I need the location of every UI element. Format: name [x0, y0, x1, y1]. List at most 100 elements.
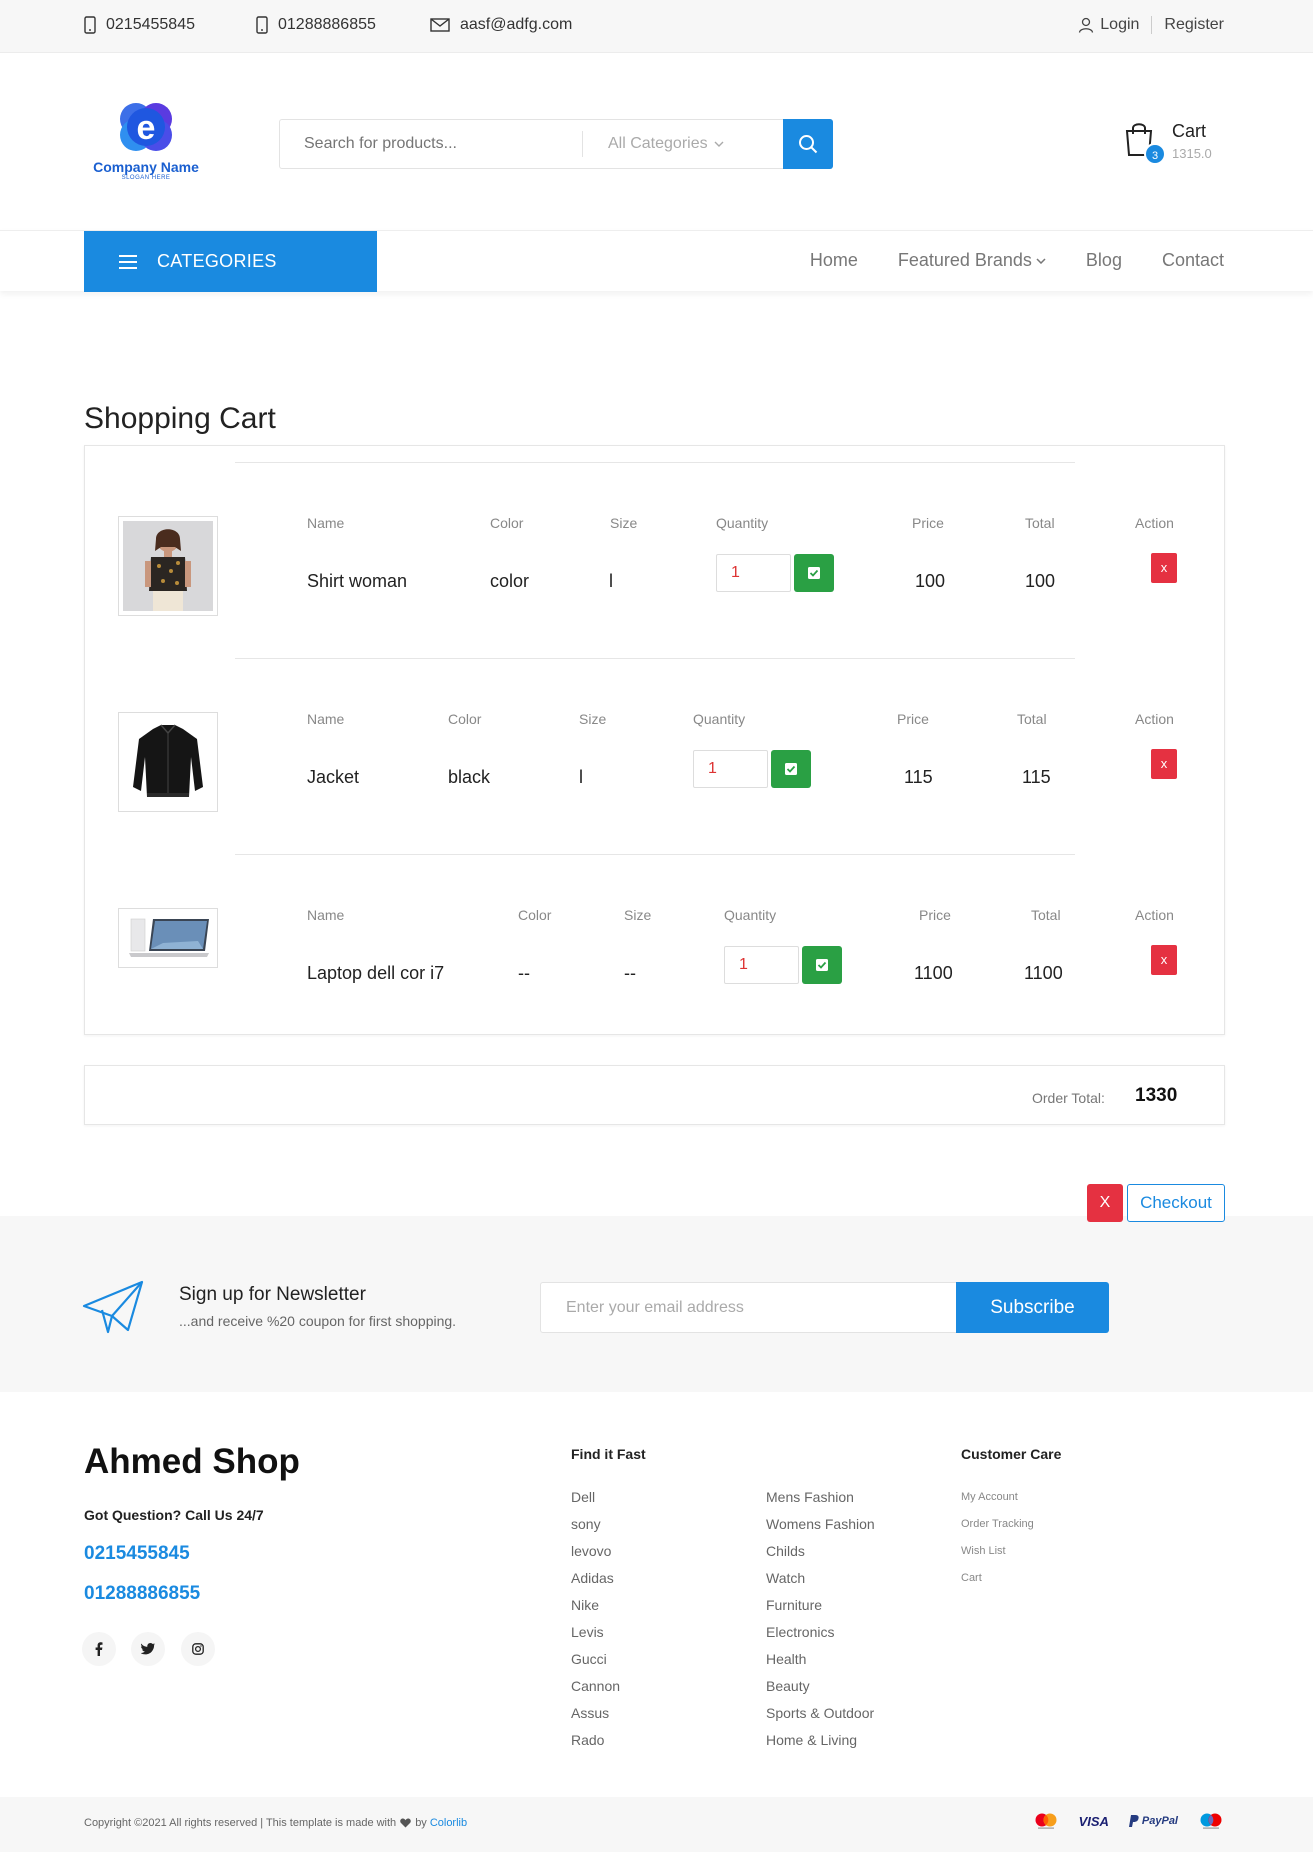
header-price: Price [919, 907, 951, 923]
row-divider [235, 658, 1075, 659]
categories-label: CATEGORIES [157, 251, 277, 271]
category-link[interactable]: Beauty [766, 1678, 810, 1694]
header-cart[interactable]: 3 Cart 1315.0 [1124, 121, 1212, 165]
nav-featured-brands[interactable]: Featured Brands [898, 250, 1046, 271]
quantity-input[interactable]: 1 [716, 554, 791, 592]
brand-link[interactable]: Adidas [571, 1570, 614, 1586]
facebook-icon [95, 1642, 103, 1656]
item-size: -- [624, 963, 636, 983]
brand-link[interactable]: Nike [571, 1597, 599, 1613]
order-total-value: 1330 [1135, 1085, 1178, 1106]
product-image-jacket [118, 712, 218, 812]
care-link-order-tracking[interactable]: Order Tracking [961, 1518, 1034, 1530]
category-select[interactable]: All Categories [583, 135, 783, 153]
black-jacket-image [123, 717, 213, 807]
login-link[interactable]: Login [1100, 16, 1139, 34]
checkout-button[interactable]: Checkout [1127, 1184, 1225, 1222]
register-link[interactable]: Register [1164, 16, 1224, 34]
maestro-icon [1200, 1813, 1222, 1829]
care-link-my-account[interactable]: My Account [961, 1491, 1018, 1503]
care-link-cart[interactable]: Cart [961, 1572, 982, 1584]
item-total: 115 [1022, 767, 1051, 787]
care-link-wish-list[interactable]: Wish List [961, 1545, 1006, 1557]
remove-item-button[interactable]: x [1151, 749, 1177, 779]
checkbox-check-icon [816, 959, 828, 971]
newsletter-section: Sign up for Newsletter ...and receive %2… [0, 1216, 1313, 1392]
envelope-icon [430, 18, 450, 32]
cart-bag: 3 [1124, 121, 1166, 165]
company-logo[interactable]: e Company Name SLOGAN HERE [86, 97, 206, 181]
header-name: Name [307, 907, 345, 923]
category-link[interactable]: Childs [766, 1543, 805, 1559]
nav-blog[interactable]: Blog [1086, 250, 1122, 271]
brand-link[interactable]: sony [571, 1516, 601, 1532]
update-quantity-button[interactable] [794, 554, 834, 592]
visa-icon: VISA [1078, 1813, 1109, 1829]
brand-link[interactable]: levovo [571, 1543, 611, 1559]
search-icon [799, 135, 818, 154]
footer-phone1[interactable]: 0215455845 [84, 1543, 190, 1565]
chevron-down-icon [714, 141, 724, 147]
quantity-input[interactable]: 1 [693, 750, 768, 788]
category-link[interactable]: Health [766, 1651, 806, 1667]
item-price: 1100 [914, 963, 953, 983]
categories-button[interactable]: CATEGORIES [84, 231, 377, 292]
category-link[interactable]: Sports & Outdoor [766, 1705, 874, 1721]
user-icon [1079, 17, 1094, 33]
category-link[interactable]: Electronics [766, 1624, 834, 1640]
subscribe-button[interactable]: Subscribe [956, 1282, 1109, 1333]
copyright-text: Copyright ©2021 All rights reserved | Th… [84, 1817, 467, 1829]
facebook-link[interactable] [82, 1632, 116, 1666]
search-input[interactable] [280, 120, 582, 168]
phone2-text: 01288886855 [278, 16, 376, 33]
item-size: l [609, 571, 613, 591]
search-button[interactable] [783, 119, 833, 169]
brand-link[interactable]: Rado [571, 1732, 604, 1748]
footer: Ahmed Shop Got Question? Call Us 24/7 02… [0, 1392, 1313, 1797]
cart-table: Name Color Size Quantity Price Total Act… [84, 445, 1225, 1035]
laptop-image [123, 913, 213, 963]
category-link[interactable]: Womens Fashion [766, 1516, 875, 1532]
header-action: Action [1135, 711, 1174, 727]
brand-link[interactable]: Dell [571, 1489, 595, 1505]
remove-item-button[interactable]: x [1151, 553, 1177, 583]
item-name: Jacket [307, 767, 360, 787]
logo-icon: e [120, 103, 172, 151]
paper-plane-icon [82, 1280, 144, 1334]
copyright-prefix: Copyright ©2021 All rights reserved | Th… [84, 1817, 397, 1829]
category-link[interactable]: Furniture [766, 1597, 822, 1613]
nav-home[interactable]: Home [810, 250, 858, 271]
item-size: l [579, 767, 583, 787]
colorlib-link[interactable]: Colorlib [430, 1817, 467, 1829]
nav-contact[interactable]: Contact [1162, 250, 1224, 271]
brand-link[interactable]: Cannon [571, 1678, 620, 1694]
footer-phone2[interactable]: 01288886855 [84, 1583, 200, 1605]
email-contact[interactable]: aasf@adfg.com [430, 16, 572, 34]
clear-cart-button[interactable]: X [1087, 1184, 1123, 1222]
newsletter-email-input[interactable]: Enter your email address [540, 1282, 957, 1333]
email-text: aasf@adfg.com [460, 16, 573, 33]
update-quantity-button[interactable] [771, 750, 811, 788]
brand-link[interactable]: Gucci [571, 1651, 607, 1667]
mobile-phone-icon [84, 16, 96, 34]
header-color: Color [490, 515, 524, 531]
paypal-logo-mark [1128, 1815, 1139, 1827]
twitter-link[interactable] [131, 1632, 165, 1666]
brand-link[interactable]: Assus [571, 1705, 609, 1721]
paypal-text: PayPal [1141, 1815, 1178, 1827]
instagram-link[interactable] [181, 1632, 215, 1666]
category-link[interactable]: Mens Fashion [766, 1489, 854, 1505]
svg-text:e: e [137, 109, 156, 147]
item-color: black [448, 767, 491, 787]
brand-name: Company Name [93, 159, 199, 175]
remove-item-button[interactable]: x [1151, 945, 1177, 975]
item-name: Shirt woman [307, 571, 408, 591]
mastercard-icon [1035, 1813, 1057, 1829]
quantity-input[interactable]: 1 [724, 946, 799, 984]
category-link[interactable]: Watch [766, 1570, 805, 1586]
divider [1151, 16, 1153, 34]
product-image-laptop [118, 908, 218, 968]
update-quantity-button[interactable] [802, 946, 842, 984]
category-link[interactable]: Home & Living [766, 1732, 857, 1748]
brand-link[interactable]: Levis [571, 1624, 604, 1640]
